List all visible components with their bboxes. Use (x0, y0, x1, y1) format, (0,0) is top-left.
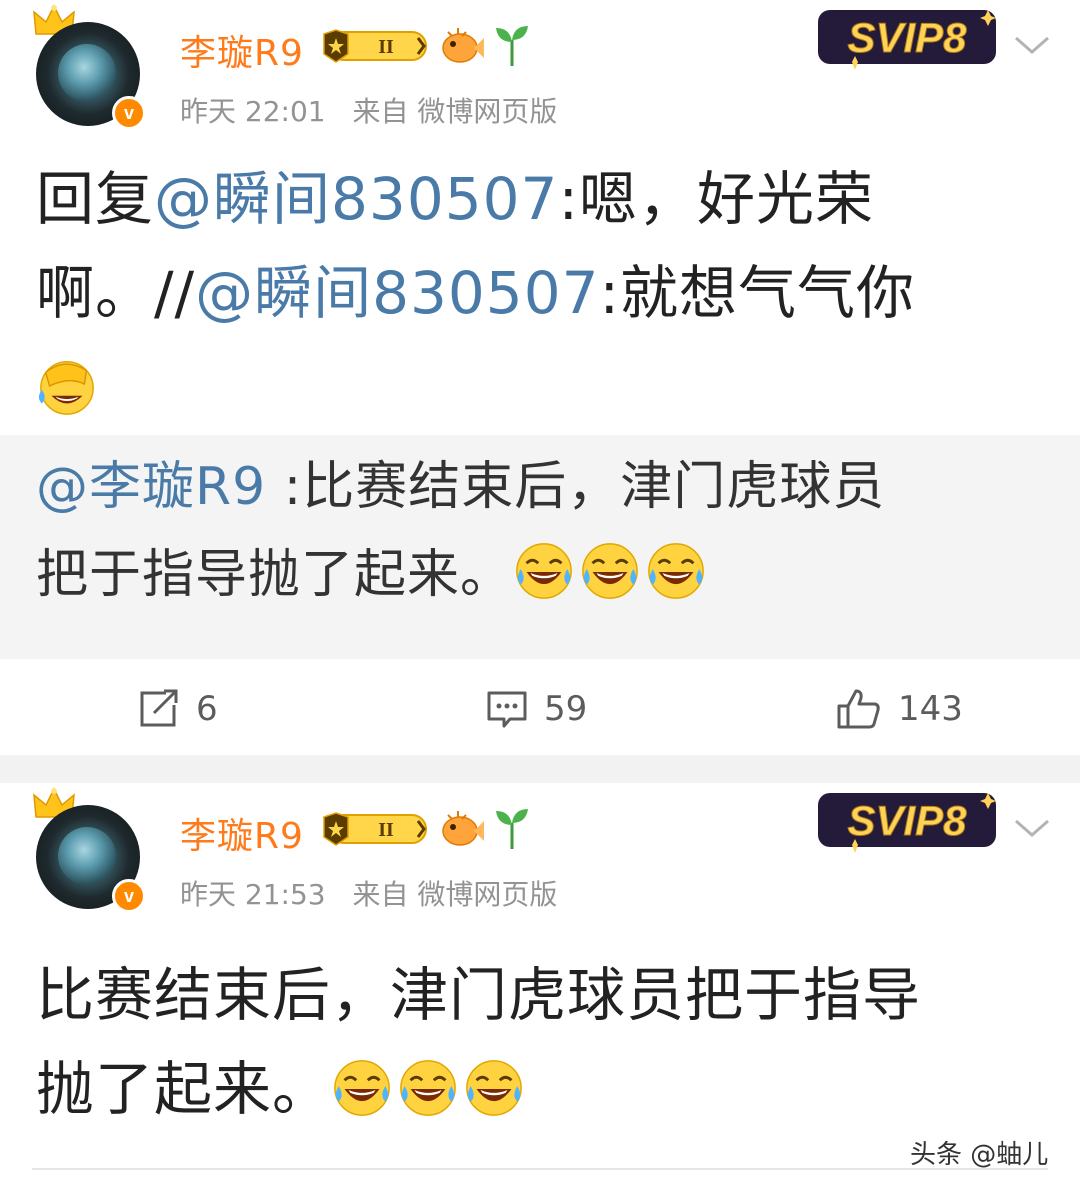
avatar[interactable]: v (32, 787, 147, 916)
level-text: II (378, 819, 394, 841)
repost-button[interactable]: 6 (138, 688, 218, 730)
post-header: v 李璇R9 II 昨天 21:53 来自 微博网页版 SVIP8 (0, 783, 1080, 923)
text-span: 回复 (36, 165, 155, 233)
laugh-cry-emoji (331, 1057, 393, 1119)
avatar[interactable]: v (32, 4, 147, 133)
post-body-line: 抛了起来。 (36, 1042, 921, 1136)
svip-text: SVIP8 (847, 797, 967, 844)
repost-line: 把于指导抛了起来。 (36, 531, 885, 619)
username[interactable]: 李璇R9 (180, 807, 304, 859)
chevron-down-icon[interactable] (1012, 30, 1052, 60)
sprout-icon (496, 26, 528, 66)
facepalm-emoji (36, 355, 98, 417)
repost-text: @李璇R9 :比赛结束后，津门虎球员 把于指导抛了起来。 (36, 443, 885, 619)
divider (32, 1168, 1048, 1170)
repost-icon (140, 689, 178, 727)
comment-button[interactable]: 59 (486, 688, 587, 730)
post-separator (0, 755, 1080, 783)
weibo-post: v 李璇R9 II 昨天 22:01 来自 微博网页版 SVIP8 回复@瞬间8… (0, 0, 1080, 755)
post-time: 昨天 22:01 (180, 95, 326, 128)
svip-badge: SVIP8 (818, 10, 996, 70)
like-count: 143 (898, 689, 963, 729)
laugh-cry-emoji (513, 540, 575, 602)
laugh-cry-emoji (463, 1057, 525, 1119)
like-icon (837, 689, 880, 729)
sprout-icon (496, 809, 528, 849)
weibo-post: v 李璇R9 II 昨天 21:53 来自 微博网页版 SVIP8 比赛结束后，… (0, 783, 1080, 1188)
laugh-cry-emoji (645, 540, 707, 602)
post-source[interactable]: 来自 微博网页版 (353, 878, 558, 911)
post-body: 回复@瞬间830507:嗯，好光荣 啊。//@瞬间830507:就想气气你 (36, 152, 915, 434)
fish-icon (442, 811, 484, 846)
text-span: 啊。// (36, 259, 196, 327)
text-span: :就想气气你 (599, 259, 916, 327)
post-header: v 李璇R9 II 昨天 22:01 来自 微博网页版 SVIP8 (0, 0, 1080, 140)
mention-link[interactable]: @李璇R9 (36, 457, 266, 517)
text-span: :比赛结束后，津门虎球员 (266, 457, 886, 517)
text-span: 比赛结束后，津门虎球员把于指导 (36, 961, 922, 1029)
laugh-cry-emoji (397, 1057, 459, 1119)
repost-count: 6 (196, 689, 218, 729)
comment-icon (487, 691, 527, 728)
post-body: 比赛结束后，津门虎球员把于指导 抛了起来。 (36, 948, 921, 1136)
level-badge-icon: II (323, 812, 427, 846)
action-bar: 6 59 143 (0, 660, 1080, 755)
svip-badge: SVIP8 (818, 793, 996, 853)
fish-icon (442, 28, 484, 63)
post-body-line (36, 340, 915, 434)
mention-link[interactable]: @瞬间830507 (154, 165, 558, 233)
reposted-content[interactable]: @李璇R9 :比赛结束后，津门虎球员 把于指导抛了起来。 (0, 435, 1080, 659)
text-span: :嗯，好光荣 (558, 165, 874, 233)
post-body-line: 回复@瞬间830507:嗯，好光荣 (36, 152, 915, 246)
laugh-cry-emoji (579, 540, 641, 602)
post-meta: 昨天 22:01 来自 微博网页版 (180, 90, 575, 130)
comment-count: 59 (544, 689, 588, 729)
post-body-line: 比赛结束后，津门虎球员把于指导 (36, 948, 921, 1042)
level-badge-icon: II (323, 29, 427, 63)
text-span: 把于指导抛了起来。 (36, 545, 514, 605)
post-time: 昨天 21:53 (180, 878, 326, 911)
post-meta: 昨天 21:53 来自 微博网页版 (180, 873, 575, 913)
verified-badge: v (112, 879, 146, 913)
level-text: II (378, 36, 394, 58)
like-button[interactable]: 143 (836, 688, 963, 730)
post-source[interactable]: 来自 微博网页版 (353, 95, 558, 128)
svip-text: SVIP8 (847, 14, 967, 61)
username[interactable]: 李璇R9 (180, 24, 304, 76)
text-span: 抛了起来。 (36, 1055, 332, 1123)
verified-badge: v (112, 96, 146, 130)
post-body-line: 啊。//@瞬间830507:就想气气你 (36, 246, 915, 340)
repost-line: @李璇R9 :比赛结束后，津门虎球员 (36, 443, 885, 531)
mention-link[interactable]: @瞬间830507 (195, 259, 599, 327)
chevron-down-icon[interactable] (1012, 813, 1052, 843)
watermark: 头条 @蚰儿 (910, 1140, 1049, 1170)
